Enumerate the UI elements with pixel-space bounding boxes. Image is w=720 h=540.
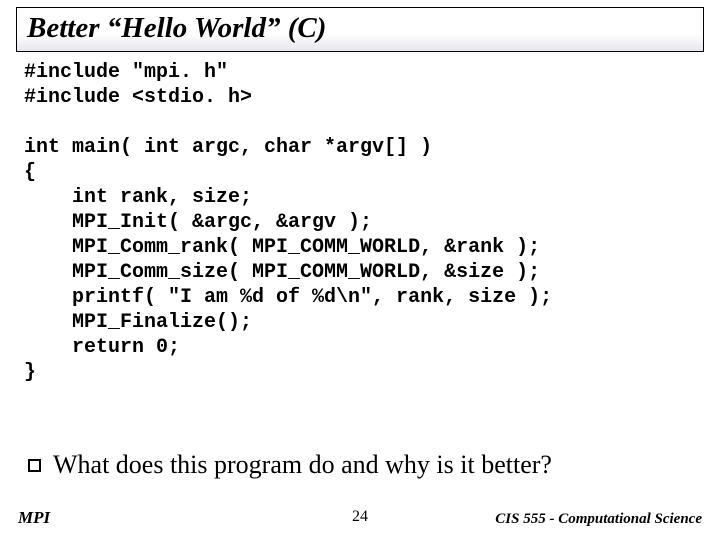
page-number: 24 [352, 508, 368, 526]
slide-title-box: Better “Hello World” (C) [16, 7, 704, 52]
code-block: #include "mpi. h" #include <stdio. h> in… [24, 60, 552, 385]
bullet-icon [28, 459, 41, 472]
footer-right: CIS 555 - Computational Science [495, 511, 702, 528]
footer: MPI 24 CIS 555 - Computational Science [18, 508, 702, 528]
question-row: What does this program do and why is it … [28, 450, 552, 480]
question-text: What does this program do and why is it … [53, 450, 552, 480]
footer-left: MPI [18, 508, 50, 528]
slide-title: Better “Hello World” (C) [27, 12, 693, 45]
